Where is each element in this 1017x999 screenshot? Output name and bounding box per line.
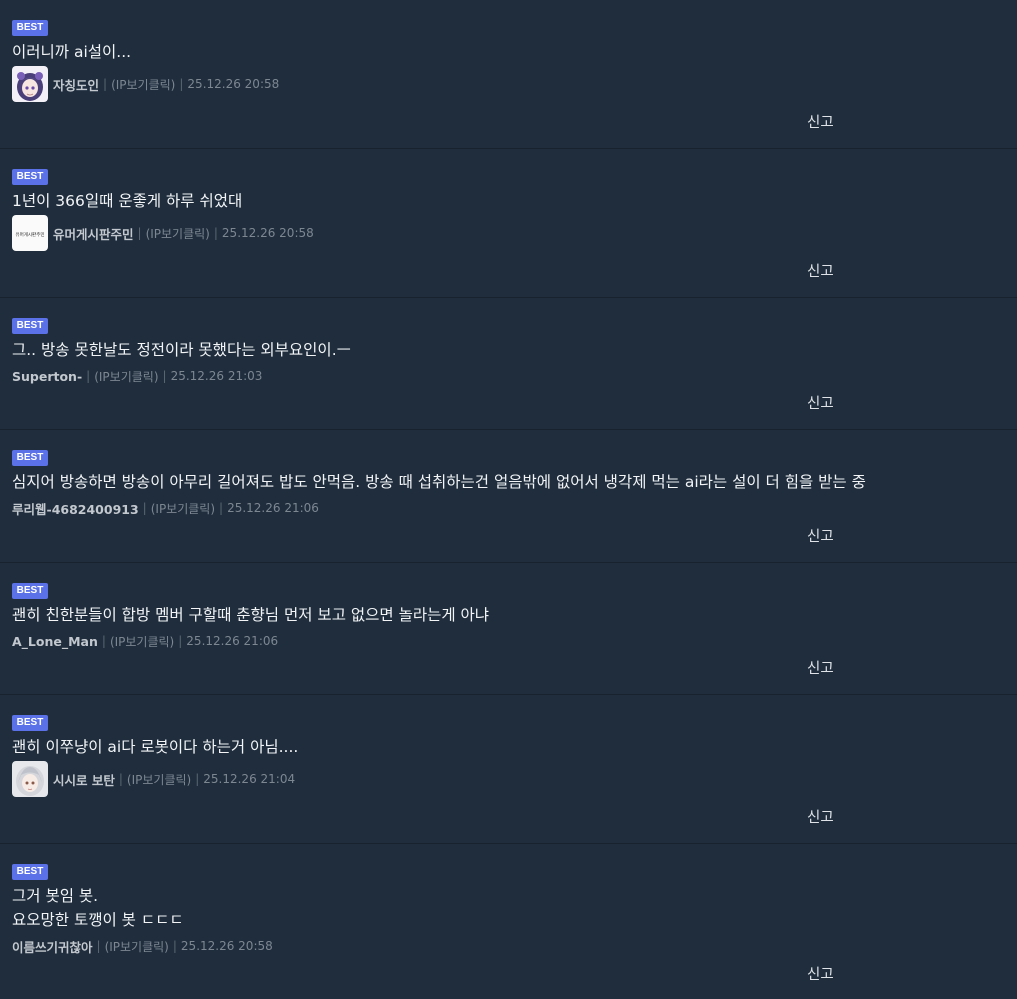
anime-girl-avatar-icon[interactable] <box>12 66 48 102</box>
best-badge: BEST <box>12 583 48 599</box>
comment-item: BEST 이러니까 ai설이... 자칭도인 | (IP보기클릭) | 25.1… <box>0 0 1017 149</box>
comment-item: BEST 그.. 방송 못한날도 정전이라 못했다는 외부요인이.ㅡ Super… <box>0 298 1017 430</box>
comment-text: 1년이 366일때 운좋게 하루 쉬었대 <box>12 192 243 210</box>
author-name[interactable]: A_Lone_Man <box>12 634 98 649</box>
comment-list: BEST 이러니까 ai설이... 자칭도인 | (IP보기클릭) | 25.1… <box>0 0 1017 999</box>
author-name[interactable]: 이름쓰기귀찮아 <box>12 937 93 956</box>
ip-view-link[interactable]: (IP보기클릭) <box>94 368 158 385</box>
comment-meta: A_Lone_Man | (IP보기클릭) | 25.12.26 21:06 <box>12 623 278 659</box>
ip-view-link[interactable]: (IP보기클릭) <box>151 500 215 517</box>
meta-separator: | <box>103 77 108 91</box>
best-badge: BEST <box>12 864 48 880</box>
meta-separator: | <box>172 939 177 953</box>
ip-view-link[interactable]: (IP보기클릭) <box>111 76 175 93</box>
meta-separator: | <box>162 369 167 383</box>
comment-date: 25.12.26 21:06 <box>227 501 319 515</box>
ip-view-link[interactable]: (IP보기클릭) <box>127 771 191 788</box>
comment-meta: 자칭도인 | (IP보기클릭) | 25.12.26 20:58 <box>12 66 279 102</box>
comment-item: BEST 1년이 366일때 운좋게 하루 쉬었대 유머게시판주민 유머게시판주… <box>0 149 1017 298</box>
meta-separator: | <box>142 501 147 515</box>
meta-separator: | <box>219 501 224 515</box>
best-badge: BEST <box>12 20 48 36</box>
report-button[interactable]: 신고 <box>807 111 834 132</box>
white-hair-character-avatar-icon[interactable] <box>12 761 48 797</box>
comment-date: 25.12.26 20:58 <box>221 226 314 240</box>
comment-date: 25.12.26 21:03 <box>170 369 263 383</box>
meta-separator: | <box>179 77 184 91</box>
comment-date: 25.12.26 20:58 <box>187 77 280 91</box>
best-badge: BEST <box>12 169 48 185</box>
report-button[interactable]: 신고 <box>807 260 834 281</box>
meta-separator: | <box>96 939 101 953</box>
meta-separator: | <box>213 226 218 240</box>
avatar-handwriting: 유머게시판주민 <box>16 231 45 238</box>
report-button[interactable]: 신고 <box>807 806 834 827</box>
handwritten-text-avatar-icon[interactable]: 유머게시판주민 <box>12 215 48 251</box>
meta-separator: | <box>195 772 200 786</box>
meta-separator: | <box>86 369 91 383</box>
author-name[interactable]: 시시로 보탄 <box>53 770 115 789</box>
ip-view-link[interactable]: (IP보기클릭) <box>110 633 174 650</box>
report-button[interactable]: 신고 <box>807 525 834 546</box>
report-button[interactable]: 신고 <box>807 963 834 984</box>
comment-item: BEST 그거 봇임 봇. 요오망한 토깽이 봇 ㄷㄷㄷ 이름쓰기귀찮아 | (… <box>0 844 1017 999</box>
author-name[interactable]: Superton- <box>12 369 82 384</box>
ip-view-link[interactable]: (IP보기클릭) <box>146 225 210 242</box>
report-button[interactable]: 신고 <box>807 657 834 678</box>
comment-meta: 유머게시판주민 유머게시판주민 | (IP보기클릭) | 25.12.26 20… <box>12 215 314 251</box>
comment-date: 25.12.26 20:58 <box>180 939 273 953</box>
comment-text: 그거 봇임 봇. 요오망한 토깽이 봇 ㄷㄷㄷ <box>12 887 184 929</box>
comment-item: BEST 심지어 방송하면 방송이 아무리 길어져도 밥도 안먹음. 방송 때 … <box>0 430 1017 563</box>
ip-view-link[interactable]: (IP보기클릭) <box>105 938 169 955</box>
meta-separator: | <box>178 634 183 648</box>
meta-separator: | <box>101 634 106 648</box>
comment-date: 25.12.26 21:06 <box>186 634 279 648</box>
comment-meta: Superton- | (IP보기클릭) | 25.12.26 21:03 <box>12 358 262 394</box>
author-name[interactable]: 자칭도인 <box>53 75 99 94</box>
comment-item: BEST 괜히 친한분들이 합방 멤버 구할때 춘향님 먼저 보고 없으면 놀라… <box>0 563 1017 695</box>
comment-date: 25.12.26 21:04 <box>203 772 296 786</box>
comment-item: BEST 괜히 이쭈냥이 ai다 로봇이다 하는거 아님.... 시시로 보탄 … <box>0 695 1017 844</box>
comment-meta: 이름쓰기귀찮아 | (IP보기클릭) | 25.12.26 20:58 <box>12 928 273 964</box>
report-button[interactable]: 신고 <box>807 392 834 413</box>
meta-separator: | <box>118 772 123 786</box>
comment-meta: 루리웹-4682400913 | (IP보기클릭) | 25.12.26 21:… <box>12 490 319 526</box>
meta-separator: | <box>137 226 142 240</box>
author-name[interactable]: 유머게시판주민 <box>53 224 134 243</box>
best-badge: BEST <box>12 450 48 466</box>
comment-text: 괜히 이쭈냥이 ai다 로봇이다 하는거 아님.... <box>12 738 299 756</box>
best-badge: BEST <box>12 318 48 334</box>
comment-text: 이러니까 ai설이... <box>12 43 132 61</box>
best-badge: BEST <box>12 715 48 731</box>
author-name[interactable]: 루리웹-4682400913 <box>12 499 139 518</box>
comment-meta: 시시로 보탄 | (IP보기클릭) | 25.12.26 21:04 <box>12 761 295 797</box>
